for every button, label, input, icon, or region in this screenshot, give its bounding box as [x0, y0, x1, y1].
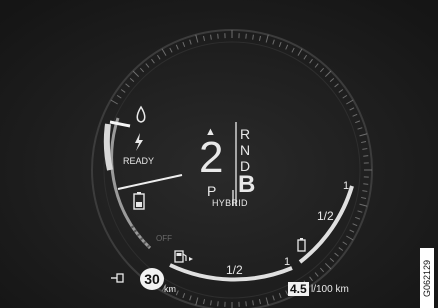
speed-badge: 30: [140, 268, 164, 290]
image-code: G062129: [420, 248, 434, 308]
off-label: OFF: [156, 234, 172, 243]
gear-selector-selected: B: [238, 171, 256, 198]
gear-selector-r: R: [240, 126, 251, 142]
consumption-value: 4.5: [288, 282, 309, 296]
power-level-bar: [103, 123, 113, 171]
speed-unit: km: [164, 284, 176, 294]
dial-tick: [217, 301, 219, 307]
ready-label: READY: [123, 156, 155, 166]
instrument-cluster: ▲ 2 P R N D B HYBRID READY OFF 1/2 1 1/2…: [0, 0, 438, 308]
dial-tick: [217, 33, 219, 39]
mode-label: HYBRID: [212, 198, 248, 208]
battery-full-mark: 1: [343, 180, 350, 192]
gear-selector-n: N: [240, 142, 251, 158]
speed-value: 30: [144, 271, 160, 287]
dial-tick: [363, 183, 369, 185]
dial-tick: [245, 33, 247, 39]
gear-p-label: P: [207, 183, 217, 199]
battery-half-label: 1/2: [317, 209, 334, 223]
dial-tick: [363, 155, 369, 157]
current-gear: 2: [199, 133, 224, 182]
dial-tick: [245, 301, 247, 307]
fuel-full-mark: 1: [284, 256, 291, 268]
fuel-half-label: 1/2: [226, 263, 243, 277]
consumption-unit: l/100 km: [311, 284, 349, 295]
